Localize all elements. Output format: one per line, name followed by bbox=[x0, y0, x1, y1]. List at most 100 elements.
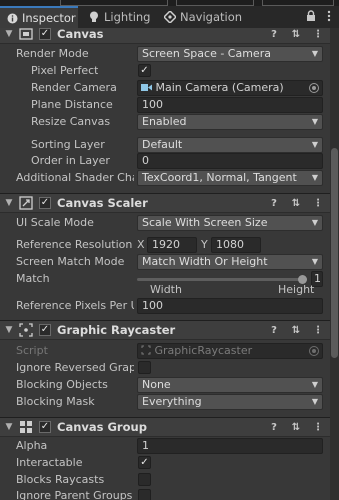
collapse-arrow-icon[interactable]: ▼ bbox=[2, 29, 16, 39]
component-header-canvas-scaler[interactable]: ▼ ✓ Canvas Scaler ? ⇅ ⋮ bbox=[0, 193, 330, 213]
plane-distance-row: Plane Distance 100 bbox=[0, 97, 330, 114]
ignore-parent-groups-checkbox[interactable] bbox=[138, 489, 151, 500]
render-mode-row: Render Mode Screen Space - Camera ▼ bbox=[0, 46, 330, 63]
interactable-row: Interactable ✓ bbox=[0, 455, 330, 472]
resize-canvas-row: Resize Canvas Enabled ▼ bbox=[0, 114, 330, 131]
alpha-field[interactable]: 1 bbox=[137, 438, 323, 454]
component-title: Graphic Raycaster bbox=[57, 323, 176, 337]
help-icon[interactable]: ? bbox=[268, 28, 280, 40]
dropdown-value: Match Width Or Height bbox=[142, 255, 268, 268]
resolution-y-field[interactable]: 1080 bbox=[211, 237, 261, 253]
field-label: Screen Match Mode bbox=[16, 255, 125, 268]
ui-scale-mode-dropdown[interactable]: Scale With Screen Size ▼ bbox=[137, 215, 323, 231]
dropdown-value: Default bbox=[142, 138, 183, 151]
tab-navigation[interactable]: Navigation bbox=[158, 6, 258, 28]
preset-icon[interactable]: ⇅ bbox=[290, 324, 302, 336]
resize-canvas-dropdown[interactable]: Enabled ▼ bbox=[137, 114, 323, 130]
field-label: Blocking Objects bbox=[16, 378, 108, 391]
component-enabled-checkbox[interactable]: ✓ bbox=[39, 324, 51, 336]
field-label: Render Camera bbox=[31, 81, 117, 94]
tab-label: Navigation bbox=[180, 10, 243, 24]
collapse-arrow-icon[interactable]: ▼ bbox=[2, 325, 16, 335]
help-icon[interactable]: ? bbox=[268, 197, 280, 209]
field-label: Render Mode bbox=[16, 47, 89, 60]
plane-distance-field[interactable]: 100 bbox=[137, 97, 323, 113]
canvas-icon bbox=[19, 28, 33, 41]
preset-icon[interactable]: ⇅ bbox=[290, 28, 302, 40]
blocking-mask-row: Blocking Mask Everything ▼ bbox=[0, 394, 330, 411]
field-label: Pixel Perfect bbox=[31, 64, 99, 77]
help-icon[interactable]: ? bbox=[268, 324, 280, 336]
field-label: Blocking Mask bbox=[16, 395, 95, 408]
blocking-objects-dropdown[interactable]: None ▼ bbox=[137, 377, 323, 393]
field-value: GraphicRaycaster bbox=[154, 344, 253, 357]
field-label: Sorting Layer bbox=[31, 138, 105, 151]
dropdown-arrow-icon: ▼ bbox=[311, 397, 318, 406]
object-picker-icon[interactable] bbox=[309, 83, 319, 93]
component-header-canvas[interactable]: ▼ ✓ Canvas ? ⇅ ⋮ bbox=[0, 28, 330, 44]
height-label: Height bbox=[278, 283, 315, 296]
kebab-menu-icon[interactable] bbox=[323, 10, 335, 22]
reference-resolution-row: Reference Resolution X 1920 Y 1080 bbox=[0, 237, 330, 254]
help-icon[interactable]: ? bbox=[268, 421, 280, 433]
script-row: Script GraphicRaycaster bbox=[0, 343, 330, 360]
component-header-graphic-raycaster[interactable]: ▼ ✓ Graphic Raycaster ? ⇅ ⋮ bbox=[0, 320, 330, 340]
kebab-menu-icon[interactable]: ⋮ bbox=[312, 197, 324, 209]
camera-icon bbox=[141, 84, 152, 91]
kebab-menu-icon[interactable]: ⋮ bbox=[312, 324, 324, 336]
scrollbar-thumb[interactable] bbox=[331, 148, 338, 358]
field-label: Additional Shader Chann bbox=[16, 171, 134, 184]
pixel-perfect-row: Pixel Perfect ✓ bbox=[0, 63, 330, 80]
render-mode-dropdown[interactable]: Screen Space - Camera ▼ bbox=[137, 46, 323, 62]
component-enabled-checkbox[interactable]: ✓ bbox=[39, 197, 51, 209]
sorting-layer-dropdown[interactable]: Default ▼ bbox=[137, 137, 323, 153]
screen-match-mode-dropdown[interactable]: Match Width Or Height ▼ bbox=[137, 254, 323, 270]
render-camera-field[interactable]: Main Camera (Camera) bbox=[137, 80, 323, 96]
order-in-layer-row: Order in Layer 0 bbox=[0, 153, 330, 170]
collapse-arrow-icon[interactable]: ▼ bbox=[2, 422, 16, 432]
component-enabled-checkbox[interactable]: ✓ bbox=[39, 28, 51, 40]
field-label: Ignore Reversed Graphic bbox=[16, 361, 134, 374]
interactable-checkbox[interactable]: ✓ bbox=[138, 456, 151, 469]
inspector-content: ▼ ✓ Canvas ? ⇅ ⋮ Render Mode Screen Spac… bbox=[0, 28, 330, 500]
object-picker-icon bbox=[309, 346, 319, 356]
component-enabled-checkbox[interactable]: ✓ bbox=[39, 421, 51, 433]
render-camera-row: Render Camera Main Camera (Camera) bbox=[0, 80, 330, 97]
preset-icon[interactable]: ⇅ bbox=[290, 421, 302, 433]
pixel-perfect-checkbox[interactable]: ✓ bbox=[138, 64, 151, 77]
field-label: Blocks Raycasts bbox=[16, 473, 105, 486]
reference-pixels-field[interactable]: 100 bbox=[137, 298, 323, 314]
preset-icon[interactable]: ⇅ bbox=[290, 197, 302, 209]
tab-inspector[interactable]: Inspector bbox=[0, 6, 78, 28]
field-label: Match bbox=[16, 272, 50, 285]
blocking-mask-dropdown[interactable]: Everything ▼ bbox=[137, 394, 323, 410]
field-label: Order in Layer bbox=[31, 154, 110, 167]
info-icon bbox=[6, 12, 18, 24]
canvas-group-icon bbox=[19, 420, 33, 434]
x-label: X bbox=[137, 238, 145, 251]
dropdown-arrow-icon: ▼ bbox=[311, 218, 318, 227]
vertical-scrollbar[interactable] bbox=[330, 28, 339, 500]
match-slider-track[interactable] bbox=[137, 278, 307, 281]
dropdown-value: Enabled bbox=[142, 115, 187, 128]
dropdown-arrow-icon: ▼ bbox=[311, 380, 318, 389]
field-label: Reference Resolution bbox=[16, 238, 133, 251]
resolution-x-field[interactable]: 1920 bbox=[147, 237, 197, 253]
collapse-arrow-icon[interactable]: ▼ bbox=[2, 198, 16, 208]
lock-icon[interactable] bbox=[305, 10, 317, 22]
order-in-layer-field[interactable]: 0 bbox=[137, 153, 323, 169]
blocking-objects-row: Blocking Objects None ▼ bbox=[0, 377, 330, 394]
blocks-raycasts-checkbox[interactable] bbox=[138, 473, 151, 486]
dropdown-value: Scale With Screen Size bbox=[142, 216, 268, 229]
field-value: Main Camera (Camera) bbox=[155, 81, 284, 94]
field-label: Plane Distance bbox=[31, 98, 113, 111]
field-label: Resize Canvas bbox=[31, 115, 111, 128]
tab-lighting[interactable]: Lighting bbox=[82, 6, 156, 28]
raycaster-icon bbox=[19, 323, 33, 337]
field-label: Script bbox=[16, 344, 48, 357]
kebab-menu-icon[interactable]: ⋮ bbox=[312, 28, 324, 40]
component-header-canvas-group[interactable]: ▼ ✓ Canvas Group ? ⇅ ⋮ bbox=[0, 417, 330, 437]
ignore-reversed-checkbox[interactable] bbox=[138, 361, 151, 374]
kebab-menu-icon[interactable]: ⋮ bbox=[312, 421, 324, 433]
shader-channels-dropdown[interactable]: TexCoord1, Normal, Tangent ▼ bbox=[137, 170, 323, 186]
